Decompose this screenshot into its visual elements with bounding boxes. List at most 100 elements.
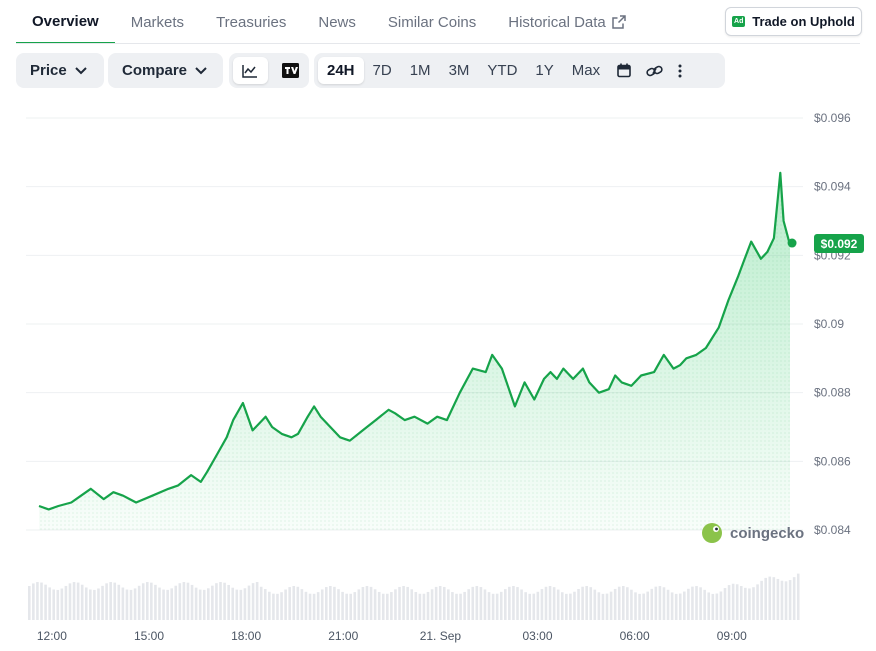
volume-bar (585, 586, 588, 620)
volume-bar (508, 586, 511, 620)
volume-bar (365, 586, 369, 620)
volume-bar (361, 586, 365, 620)
volume-bar (560, 592, 564, 620)
volume-bar (402, 586, 405, 620)
ad-badge: Ad (732, 16, 746, 27)
y-tick-label: $0.084 (814, 523, 851, 537)
volume-bar (593, 589, 597, 620)
tab-overview[interactable]: Overview (16, 0, 115, 44)
volume-bar (333, 586, 336, 620)
volume-bar (223, 582, 226, 620)
volume-bar (40, 582, 43, 620)
external-link-icon (612, 15, 626, 29)
volume-bar (337, 589, 340, 620)
tradingview-button[interactable] (276, 57, 305, 84)
volume-bar (605, 593, 609, 620)
volume-bar (662, 587, 666, 620)
volume-bar (626, 587, 629, 620)
tab-label: Markets (130, 13, 185, 31)
volume-bar (182, 582, 186, 620)
range-24h[interactable]: 24H (318, 57, 364, 84)
volume-bar (215, 583, 218, 620)
volume-bar (731, 583, 735, 620)
time-range-bar: 24H 7D 1M 3M YTD 1Y Max (314, 53, 725, 88)
volume-bar (695, 586, 698, 620)
volume-bars (28, 573, 800, 620)
x-tick-label: 21:00 (328, 629, 358, 643)
volume-bar (735, 584, 739, 620)
range-3m[interactable]: 3M (440, 57, 479, 84)
volume-bar (178, 583, 182, 620)
volume-bar (190, 584, 194, 620)
range-ytd[interactable]: YTD (478, 57, 526, 84)
trade-on-uphold-button[interactable]: Ad Trade on Uphold (725, 7, 862, 36)
volume-bar (386, 593, 389, 620)
volume-bar (621, 586, 625, 620)
volume-bar (316, 592, 320, 620)
volume-bar (353, 592, 357, 620)
volume-bar (154, 584, 157, 620)
y-axis: $0.096$0.094$0.092$0.09$0.088$0.086$0.08… (814, 111, 851, 537)
range-1m[interactable]: 1M (401, 57, 440, 84)
volume-bar (398, 586, 401, 620)
share-link-button[interactable] (639, 57, 669, 84)
range-7d[interactable]: 7D (364, 57, 401, 84)
volume-bar (426, 591, 430, 620)
volume-bar (133, 588, 137, 620)
x-tick-label: 06:00 (620, 629, 650, 643)
volume-bar (76, 582, 80, 620)
volume-bar (288, 587, 291, 620)
range-1y[interactable]: 1Y (526, 57, 562, 84)
volume-bar (239, 589, 243, 620)
calendar-button[interactable] (609, 57, 639, 84)
volume-bar (536, 591, 540, 620)
volume-bar (597, 592, 601, 620)
volume-bar (251, 583, 255, 620)
line-chart-button[interactable] (233, 57, 268, 84)
tab-news[interactable]: News (302, 0, 372, 44)
volume-bar (540, 589, 544, 620)
volume-bar (691, 586, 694, 620)
volume-bar (304, 591, 308, 620)
volume-bar (93, 589, 96, 620)
volume-bar (312, 593, 316, 620)
price-chart[interactable]: $0.096 $0.094 $0.092 $0.09 $0.088 $0.086 $0.08… (0, 95, 876, 651)
coingecko-watermark: coingecko (730, 525, 804, 542)
tab-historical-data[interactable]: Historical Data (492, 0, 642, 44)
volume-bar (646, 591, 649, 620)
volume-bar (707, 592, 711, 620)
volume-bar (455, 593, 458, 620)
volume-bar (634, 592, 637, 620)
compare-dropdown[interactable]: Compare (108, 53, 223, 88)
volume-bar (101, 585, 104, 620)
volume-bar (422, 593, 426, 620)
x-tick-label: 09:00 (717, 629, 747, 643)
x-tick-label: 18:00 (231, 629, 261, 643)
range-max[interactable]: Max (563, 57, 609, 84)
volume-bar (32, 583, 35, 620)
y-tick-label: $0.094 (814, 180, 851, 194)
watermark: coingecko (702, 523, 804, 543)
volume-bar (231, 587, 235, 620)
volume-bar (280, 592, 283, 620)
more-options-button[interactable] (669, 57, 691, 84)
volume-bar (390, 592, 393, 620)
line-chart-icon (242, 64, 258, 78)
tab-label: Historical Data (508, 13, 606, 31)
current-price-label: $0.092 (821, 237, 858, 251)
tab-treasuries[interactable]: Treasuries (200, 0, 302, 44)
volume-bar (609, 591, 613, 620)
volume-bar (556, 589, 560, 620)
price-dropdown[interactable]: Price (16, 53, 104, 88)
volume-bar (447, 589, 450, 620)
volume-bar (674, 593, 678, 620)
tab-similar-coins[interactable]: Similar Coins (372, 0, 492, 44)
volume-bar (532, 593, 536, 620)
volume-bar (565, 593, 568, 620)
volume-bar (235, 589, 239, 620)
volume-bar (198, 589, 202, 620)
volume-bar (442, 586, 446, 620)
tab-markets[interactable]: Markets (115, 0, 200, 44)
volume-bar (410, 589, 414, 620)
volume-bar (247, 585, 251, 620)
